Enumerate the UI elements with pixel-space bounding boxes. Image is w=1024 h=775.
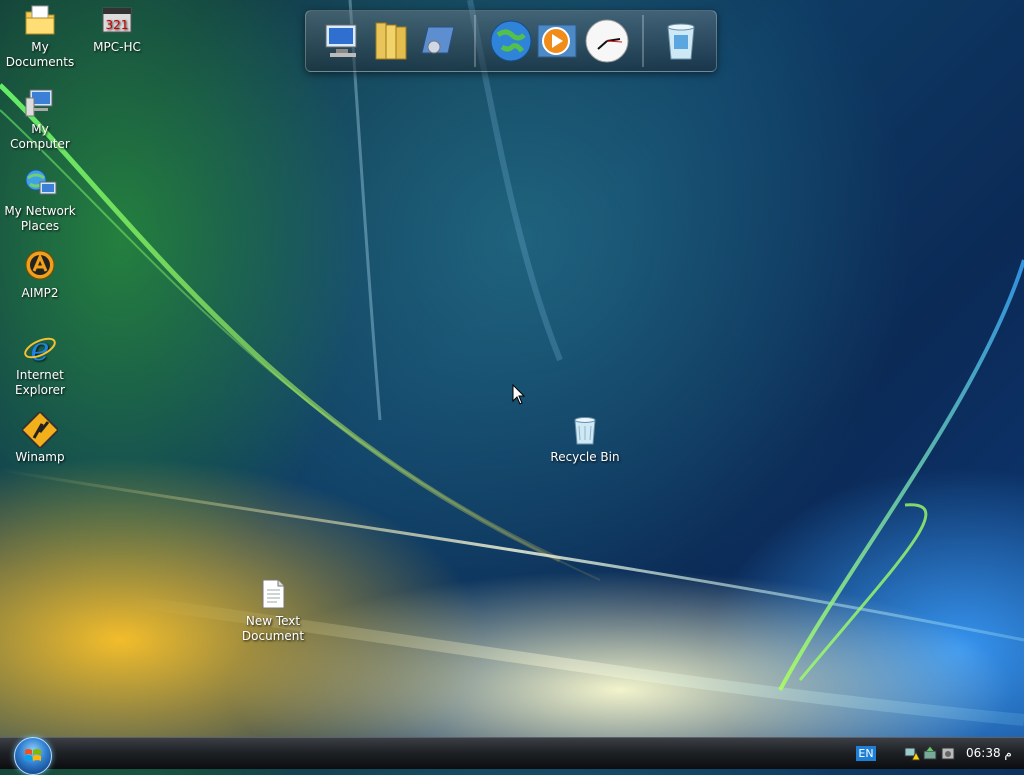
- taskbar-clock[interactable]: 06:38 م: [966, 746, 1012, 760]
- network-warning-icon[interactable]: [904, 745, 920, 761]
- desktop-icon-label: New Text Document: [241, 614, 305, 643]
- start-button[interactable]: [14, 737, 52, 775]
- trash-icon: [667, 23, 695, 60]
- clock-icon: [585, 19, 629, 63]
- desktop-icon-new-text-document[interactable]: New Text Document: [233, 576, 313, 644]
- media-player-icon: [537, 24, 577, 58]
- desktop-icon-my-computer[interactable]: My Computer: [0, 84, 80, 152]
- desktop-icon-label: My Network Places: [4, 204, 76, 233]
- desktop-icon-label: Recycle Bin: [550, 450, 620, 464]
- winamp-icon: [22, 412, 58, 448]
- volume-device-icon[interactable]: [940, 745, 956, 761]
- desktop-icon-label: AIMP2: [21, 286, 59, 300]
- dock-separator: [642, 15, 644, 67]
- drive-icon: [421, 26, 455, 54]
- internet-explorer-icon: e: [22, 330, 58, 366]
- dock-trash[interactable]: [658, 17, 704, 65]
- svg-text:e: e: [31, 330, 50, 366]
- svg-text:321: 321: [106, 18, 129, 32]
- my-documents-icon: [22, 2, 58, 38]
- mpc-hc-icon: 321: [99, 2, 135, 38]
- taskbar: EN 06:38 م: [0, 737, 1024, 775]
- dock-clock[interactable]: [584, 17, 630, 65]
- safely-remove-icon[interactable]: [922, 745, 938, 761]
- desktop-icon-internet-explorer[interactable]: e Internet Explorer: [0, 330, 80, 398]
- desktop-icon-label: Winamp: [15, 450, 65, 464]
- dock-bar: [305, 10, 717, 72]
- recycle-bin-icon: [567, 412, 603, 448]
- desktop-icon-my-documents[interactable]: My Documents: [0, 2, 80, 70]
- windows-orb-icon: [25, 749, 41, 761]
- network-places-icon: [22, 166, 58, 202]
- desktop-icon-mpc-hc[interactable]: 321 MPC-HC: [77, 2, 157, 55]
- language-indicator[interactable]: EN: [856, 746, 876, 761]
- computer-icon: [325, 24, 357, 57]
- dock-separator: [474, 15, 476, 67]
- desktop-icon-recycle-bin[interactable]: Recycle Bin: [545, 412, 625, 465]
- my-computer-icon: [22, 84, 58, 120]
- aimp2-icon: [22, 248, 58, 284]
- text-document-icon: [255, 576, 291, 612]
- dock-computer[interactable]: [320, 17, 366, 65]
- dock-folders[interactable]: [368, 17, 414, 65]
- desktop-icon-label: MPC-HC: [93, 40, 141, 54]
- desktop-icon-my-network-places[interactable]: My Network Places: [0, 166, 80, 234]
- dock-drive[interactable]: [414, 17, 460, 65]
- desktop-icon-label: Internet Explorer: [15, 368, 65, 397]
- mouse-cursor-icon: [512, 384, 526, 405]
- desktop-icon-aimp2[interactable]: AIMP2: [0, 248, 80, 301]
- desktop-icon-label: My Computer: [10, 122, 70, 151]
- dock-media-player[interactable]: [534, 17, 580, 65]
- desktop-icon-label: My Documents: [5, 40, 75, 69]
- dock-globe[interactable]: [488, 17, 534, 65]
- folders-icon: [375, 22, 407, 60]
- desktop-icon-winamp[interactable]: Winamp: [0, 412, 80, 465]
- globe-icon: [490, 20, 532, 62]
